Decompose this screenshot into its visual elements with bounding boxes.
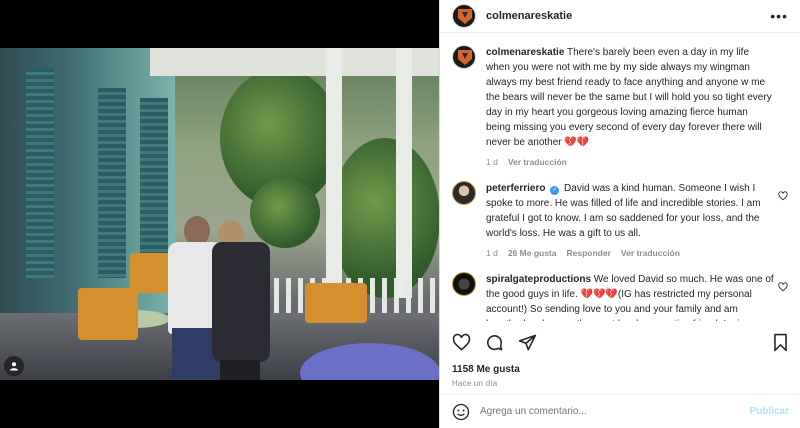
photo-shutter — [98, 88, 126, 278]
user-tag-icon[interactable] — [4, 356, 24, 376]
photo-shutter — [140, 98, 168, 268]
photo-chair — [78, 288, 138, 340]
post-actions: 1158 Me gusta Hace un día — [440, 330, 800, 388]
photo-column — [396, 48, 412, 298]
caption: colmenareskatie There's barely been even… — [452, 45, 788, 169]
add-comment-bar: Publicar — [440, 394, 800, 428]
publish-button[interactable]: Publicar — [750, 406, 789, 417]
share-send-icon[interactable] — [518, 333, 537, 352]
instagram-post: colmenareskatie ••• colmenareskatie Ther… — [0, 0, 800, 428]
photo-column — [326, 48, 342, 298]
comment-likes[interactable]: 26 Me gusta — [508, 247, 557, 260]
post-header: colmenareskatie ••• — [440, 0, 800, 33]
author-avatar[interactable] — [452, 4, 476, 28]
emoji-smiley-icon[interactable] — [452, 403, 470, 421]
translate-link[interactable]: Ver traducción — [621, 247, 680, 260]
verified-badge-icon: ✓ — [550, 185, 560, 195]
post-age: Hace un día — [452, 379, 498, 388]
photo-chair — [305, 283, 367, 323]
photo-person — [212, 220, 270, 380]
likes-count[interactable]: 1158 Me gusta — [452, 364, 789, 375]
photo-chair — [130, 253, 170, 293]
commenter-username[interactable]: peterferriero — [486, 183, 545, 194]
more-horizontal-icon[interactable]: ••• — [770, 8, 788, 24]
post-media[interactable] — [0, 0, 439, 428]
caption-username[interactable]: colmenareskatie — [486, 47, 564, 58]
caption-time[interactable]: 1 d — [486, 156, 498, 169]
caption-avatar[interactable] — [452, 45, 476, 69]
post-photo[interactable] — [0, 48, 439, 380]
commenter-username[interactable]: spiralgateproductions — [486, 274, 591, 285]
post-side-panel: colmenareskatie ••• colmenareskatie Ther… — [439, 0, 800, 428]
comment-item: spiralgateproductions We loved David so … — [452, 271, 788, 321]
comment-item: peterferriero ✓ David was a kind human. … — [452, 180, 788, 260]
like-heart-icon[interactable] — [452, 333, 471, 352]
like-comment-heart-icon[interactable] — [778, 281, 788, 292]
commenter-avatar[interactable] — [452, 271, 476, 296]
save-bookmark-icon[interactable] — [772, 333, 789, 352]
photo-shutter — [26, 68, 54, 278]
comments-list[interactable]: colmenareskatie There's barely been even… — [440, 33, 800, 321]
author-username[interactable]: colmenareskatie — [486, 10, 770, 22]
commenter-avatar[interactable] — [452, 180, 476, 205]
comment-input[interactable] — [480, 406, 750, 417]
translate-link[interactable]: Ver traducción — [508, 156, 567, 169]
caption-text: There's barely been even a day in my lif… — [486, 47, 772, 148]
comment-time[interactable]: 1 d — [486, 247, 498, 260]
photo-foliage — [330, 138, 439, 298]
like-comment-heart-icon[interactable] — [778, 191, 788, 201]
comment-bubble-icon[interactable] — [485, 333, 504, 352]
reply-button[interactable]: Responder — [566, 247, 610, 260]
